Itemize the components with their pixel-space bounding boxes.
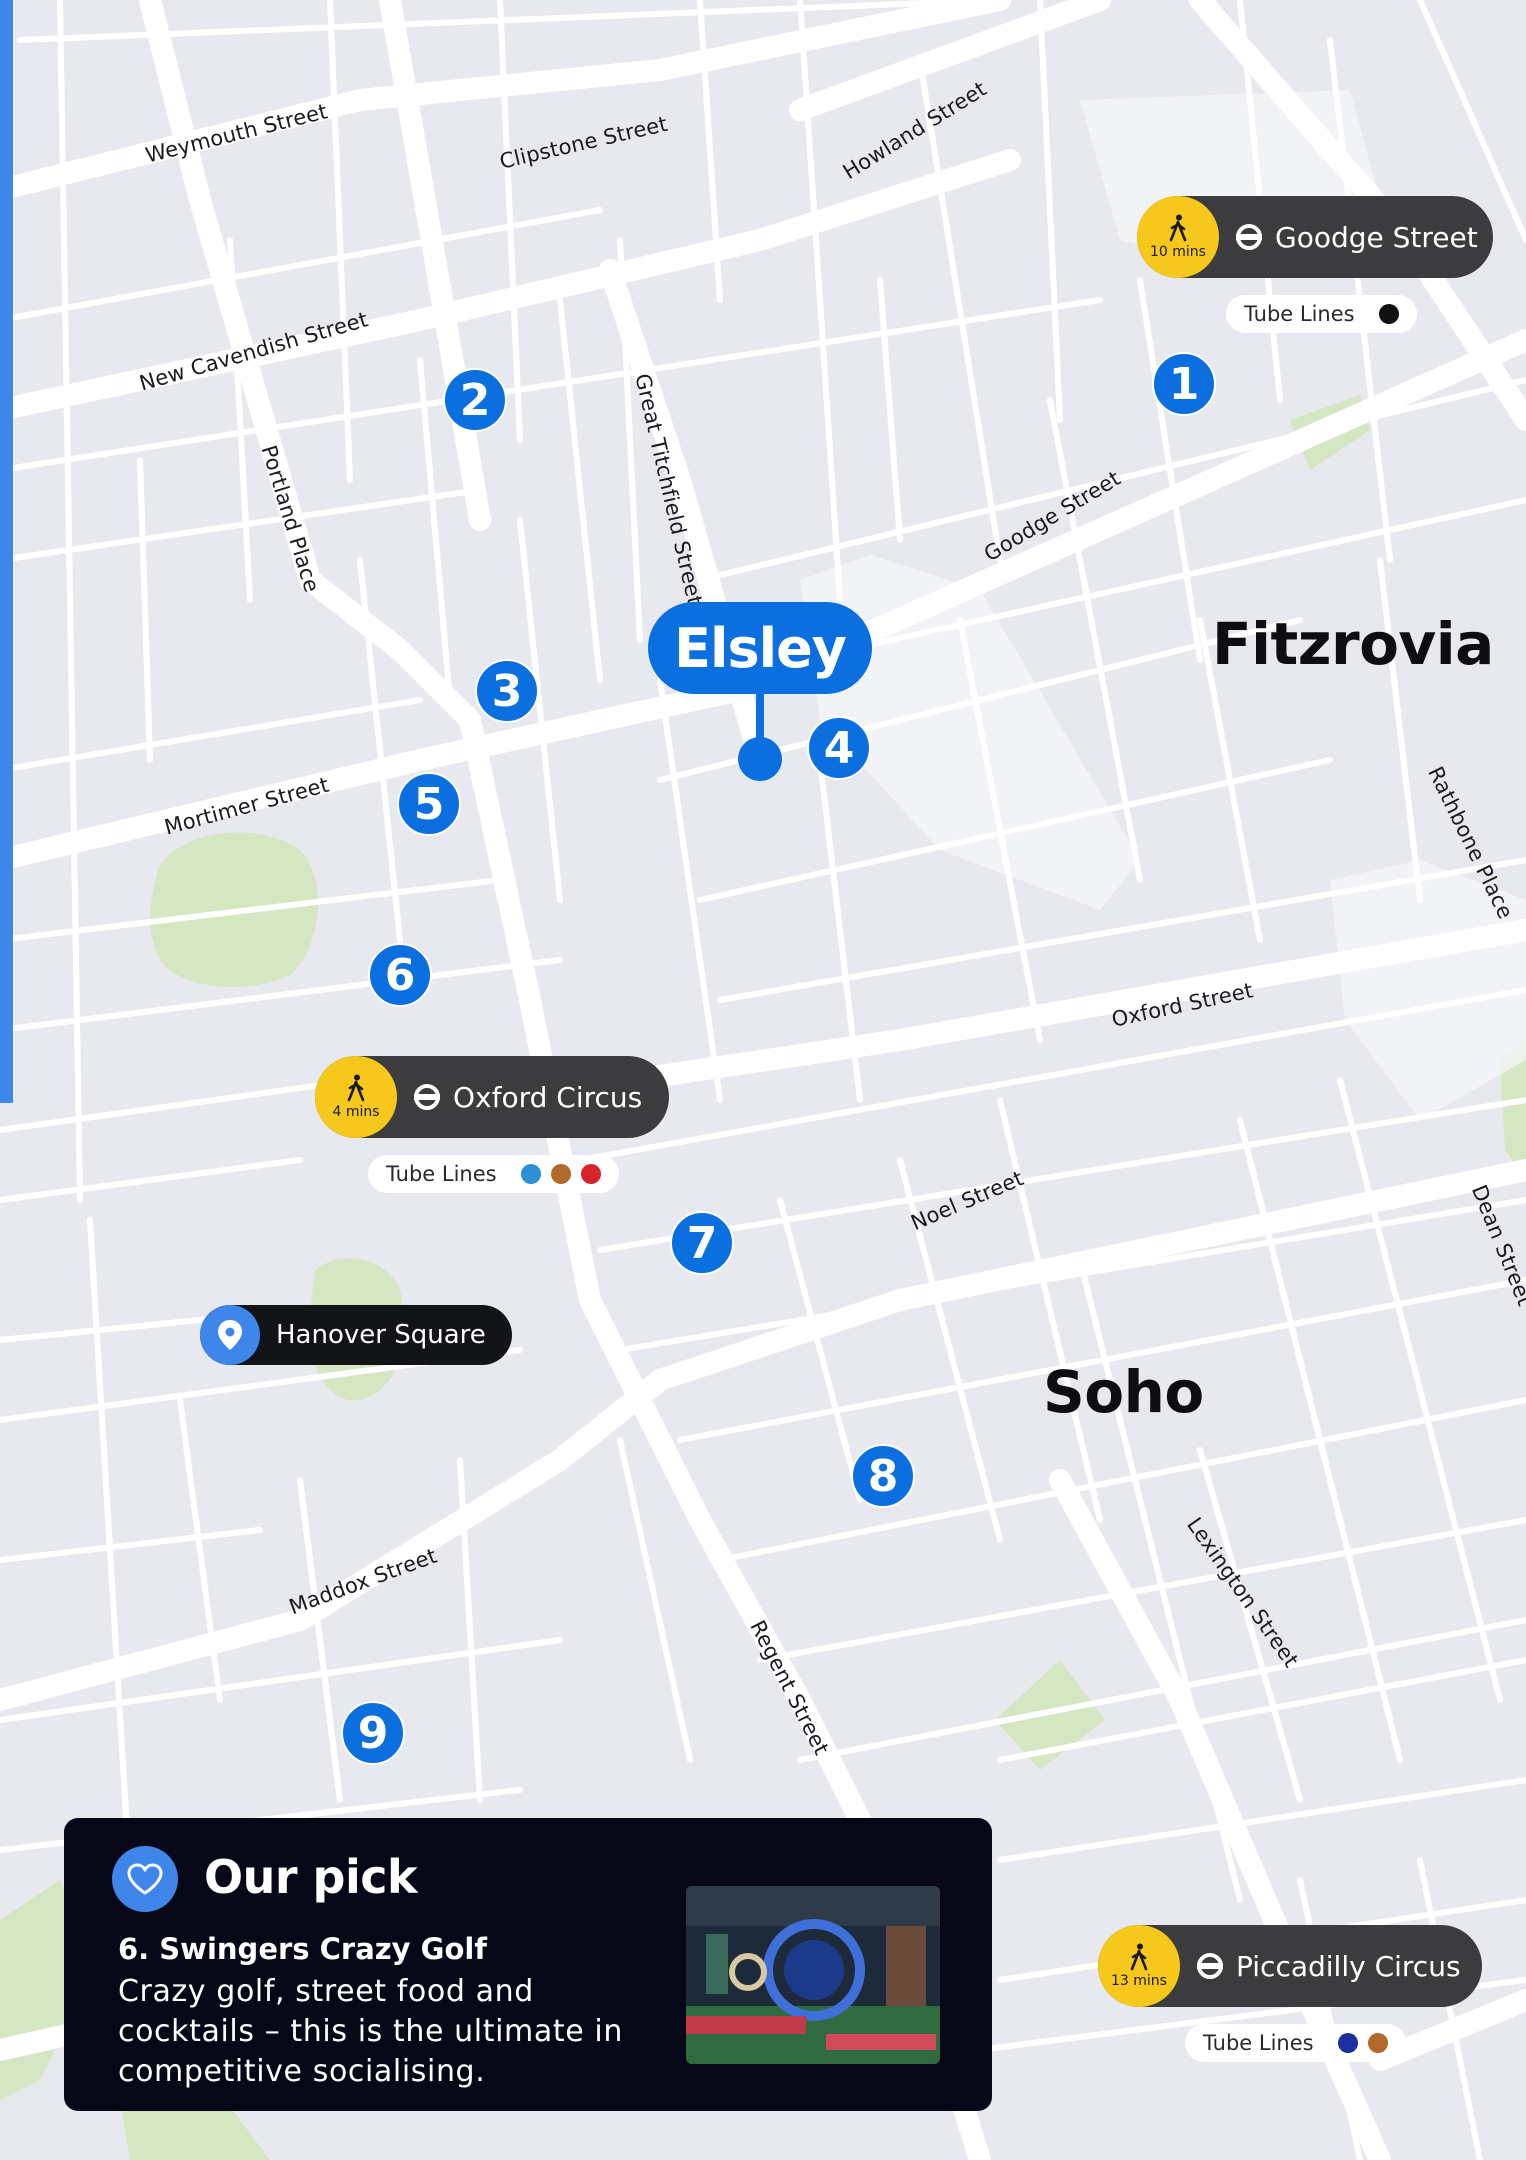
tube-lines-label: Tube Lines <box>1244 302 1355 326</box>
underground-roundel-icon <box>414 1084 440 1110</box>
area-label-fitzrovia: Fitzrovia <box>1212 610 1494 678</box>
tube-lines-label: Tube Lines <box>386 1162 497 1186</box>
tube-line-dot-central <box>580 1164 601 1184</box>
tube-line-dot-piccadilly <box>1337 2033 1358 2053</box>
tube-lines-label: Tube Lines <box>1203 2031 1314 2055</box>
station-name: Goodge Street <box>1275 220 1478 254</box>
walking-person-icon <box>1130 1943 1148 1971</box>
walk-time-badge: 10 mins <box>1137 196 1219 278</box>
map-marker-9[interactable]: 9 <box>341 1701 405 1765</box>
pick-title: Our pick <box>204 1850 418 1904</box>
station-goodge-street[interactable]: 10 mins Goodge Street <box>1137 196 1493 278</box>
map-marker-1[interactable]: 1 <box>1152 352 1216 416</box>
station-name: Oxford Circus <box>453 1080 643 1114</box>
map[interactable]: Weymouth Street Clipstone Street Howland… <box>0 0 1526 2160</box>
walk-time: 4 mins <box>332 1104 380 1120</box>
our-pick-card[interactable]: Our pick 6. Swingers Crazy Golf Crazy go… <box>64 1818 992 2111</box>
tube-line-dot-northern <box>1378 304 1399 324</box>
map-marker-4[interactable]: 4 <box>807 716 871 780</box>
place-hanover-square[interactable]: Hanover Square <box>200 1305 512 1365</box>
underground-roundel-icon <box>1236 224 1262 250</box>
pick-description: Crazy golf, street food and cocktails – … <box>118 1974 623 2089</box>
walk-time-badge: 13 mins <box>1098 1925 1180 2007</box>
map-marker-2[interactable]: 2 <box>443 368 507 432</box>
underground-roundel-icon <box>1197 1953 1223 1979</box>
place-name: Hanover Square <box>276 1320 486 1350</box>
heart-icon <box>127 1863 163 1895</box>
tube-lines-piccadilly-circus: Tube Lines <box>1185 2024 1406 2062</box>
accent-bar <box>0 0 13 1103</box>
pick-venue-name: 6. Swingers Crazy Golf <box>118 1932 487 1966</box>
area-label-soho: Soho <box>1043 1358 1204 1426</box>
hotel-pin-dot <box>738 737 782 781</box>
walk-time: 13 mins <box>1111 1973 1167 1989</box>
walking-person-icon <box>1169 214 1187 242</box>
heart-badge <box>112 1846 178 1912</box>
map-marker-6[interactable]: 6 <box>368 943 432 1007</box>
walk-time-badge: 4 mins <box>315 1056 397 1138</box>
tube-line-dot-bakerloo <box>1367 2033 1388 2053</box>
location-pin-badge <box>200 1305 260 1365</box>
station-piccadilly-circus[interactable]: 13 mins Piccadilly Circus <box>1098 1925 1482 2007</box>
station-oxford-circus[interactable]: 4 mins Oxford Circus <box>315 1056 669 1138</box>
tube-lines-goodge-street: Tube Lines <box>1226 295 1417 333</box>
map-marker-3[interactable]: 3 <box>475 659 539 723</box>
station-name: Piccadilly Circus <box>1236 1949 1461 1983</box>
tube-lines-oxford-circus: Tube Lines <box>368 1155 619 1193</box>
hotel-pin[interactable]: Elsley <box>648 602 872 698</box>
walking-person-icon <box>347 1074 365 1102</box>
tube-line-dot-bakerloo <box>550 1164 571 1184</box>
tube-line-dot-victoria <box>520 1164 541 1184</box>
map-marker-5[interactable]: 5 <box>397 772 461 836</box>
map-marker-8[interactable]: 8 <box>851 1444 915 1508</box>
hotel-name: Elsley <box>648 602 872 694</box>
venue-photo[interactable] <box>686 1886 940 2064</box>
venue-photo-graphic <box>686 1886 940 2064</box>
walk-time: 10 mins <box>1150 244 1206 260</box>
location-pin-icon <box>218 1320 242 1350</box>
map-marker-7[interactable]: 7 <box>670 1211 734 1275</box>
